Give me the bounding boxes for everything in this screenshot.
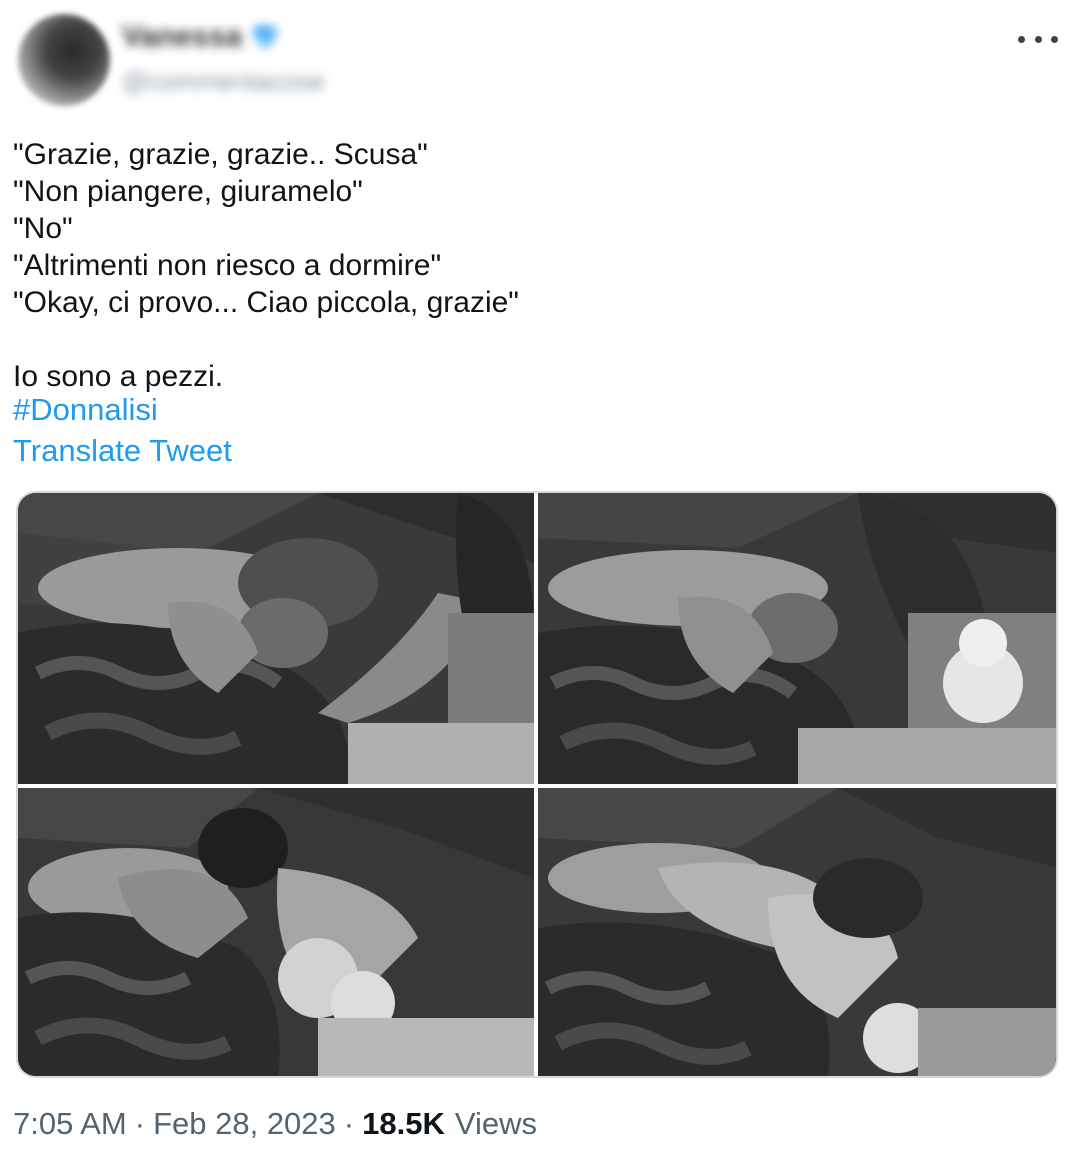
author-info[interactable]: Vanessa @commentacose	[122, 20, 325, 97]
photo-image	[18, 493, 534, 784]
tweet-time[interactable]: 7:05 AM	[13, 1106, 127, 1142]
verified-badge-icon	[253, 26, 277, 48]
photo-image	[18, 788, 534, 1076]
tweet-header: Vanessa @commentacose	[0, 0, 1080, 115]
media-photo-1[interactable]	[18, 493, 534, 784]
tweet-text: "Grazie, grazie, grazie.. Scusa" "Non pi…	[13, 136, 1053, 395]
tweet-line: "No"	[13, 212, 73, 245]
separator-dot: ·	[134, 1106, 146, 1141]
separator-dot: ·	[343, 1106, 355, 1141]
hashtag-link[interactable]: #Donnalisi	[13, 392, 158, 428]
author-display-name[interactable]: Vanessa	[122, 20, 325, 54]
tweet-line: "Okay, ci provo... Ciao piccola, grazie"	[13, 286, 519, 319]
display-name-text: Vanessa	[122, 20, 243, 53]
author-avatar[interactable]	[18, 14, 110, 106]
author-handle[interactable]: @commentacose	[122, 66, 325, 97]
tweet-footer: 7:05 AM · Feb 28, 2023 · 18.5K Views	[13, 1106, 537, 1142]
translate-tweet-link[interactable]: Translate Tweet	[13, 433, 232, 469]
tweet-line: "Non piangere, giuramelo"	[13, 175, 363, 208]
views-label: Views	[454, 1106, 537, 1141]
more-options-button[interactable]	[1018, 26, 1058, 52]
photo-image	[538, 788, 1056, 1076]
views-count: 18.5K	[362, 1106, 445, 1141]
media-photo-2[interactable]	[538, 493, 1056, 784]
more-dot	[1051, 35, 1058, 43]
tweet-date[interactable]: Feb 28, 2023	[153, 1106, 336, 1142]
media-photo-4[interactable]	[538, 788, 1056, 1076]
photo-image	[538, 493, 1056, 784]
media-grid	[16, 491, 1058, 1078]
more-horizontal-icon	[1018, 35, 1025, 43]
more-dot	[1034, 35, 1042, 43]
media-photo-3[interactable]	[18, 788, 534, 1076]
tweet-line: "Grazie, grazie, grazie.. Scusa"	[13, 138, 428, 171]
tweet-line: Io sono a pezzi.	[13, 360, 224, 393]
tweet-line: "Altrimenti non riesco a dormire"	[13, 249, 442, 282]
